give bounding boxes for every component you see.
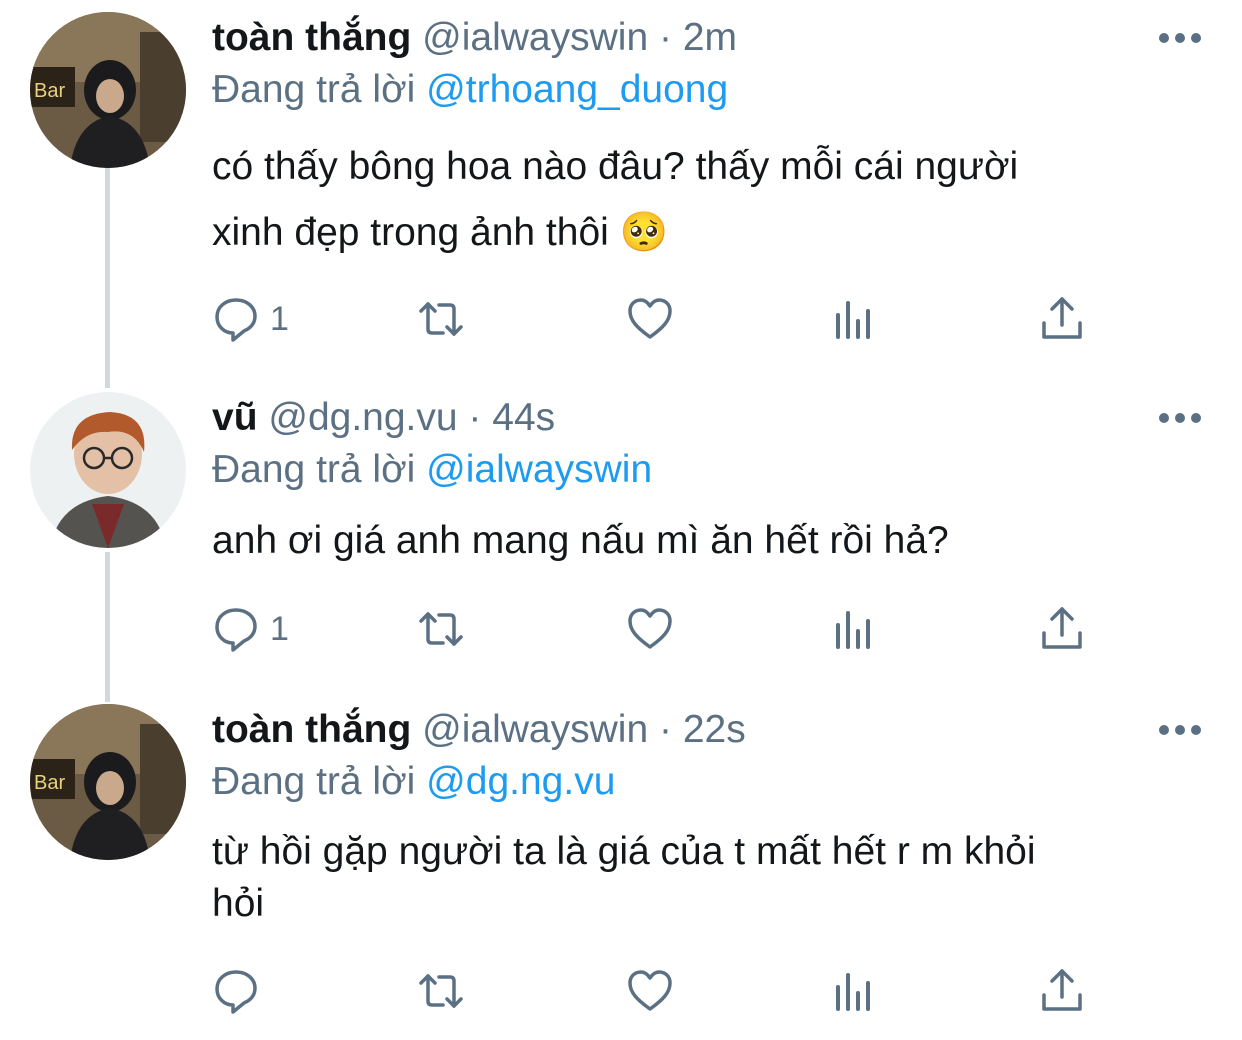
tweet-text: từ hồi gặp người ta là giá của t mất hết… xyxy=(212,826,1192,930)
mention-link[interactable]: @dg.ng.vu xyxy=(426,760,615,803)
user-handle[interactable]: @ialwayswin xyxy=(422,16,648,59)
like-button[interactable] xyxy=(626,294,674,344)
tweet-text-line: có thấy bông hoa nào đâu? thấy mỗi cái n… xyxy=(212,145,1019,188)
avatar-hooded-icon: Bar xyxy=(30,12,186,168)
retweet-button[interactable] xyxy=(417,294,465,344)
replying-to: Đang trả lời @dg.ng.vu xyxy=(212,758,615,806)
like-button[interactable] xyxy=(626,966,674,1016)
tweet-actions xyxy=(212,966,1112,1016)
tweet-text-line: xinh đẹp trong ảnh thôi 🥺 xyxy=(212,211,669,254)
avatar-glasses-icon xyxy=(30,392,186,548)
reply-icon xyxy=(215,298,257,342)
tweet-header: vũ @dg.ng.vu · 44s xyxy=(212,394,555,442)
mention-link[interactable]: @ialwayswin xyxy=(426,448,652,491)
analytics-icon xyxy=(836,611,870,649)
retweet-button[interactable] xyxy=(417,966,465,1016)
separator: · xyxy=(658,16,672,59)
analytics-button[interactable] xyxy=(832,604,880,654)
tweet-text-line: anh ơi giá anh mang nấu mì ăn hết rồi hả… xyxy=(212,519,949,562)
avatar-hooded-icon: Bar xyxy=(30,704,186,860)
tweet-actions: 1 xyxy=(212,294,1112,344)
more-icon[interactable] xyxy=(1158,724,1202,736)
more-icon[interactable] xyxy=(1158,32,1202,44)
reply-count: 1 xyxy=(270,609,289,648)
tweet[interactable]: Bar toàn thắng @ialwayswin · 22s Đang tr… xyxy=(0,692,1242,1040)
user-handle[interactable]: @dg.ng.vu xyxy=(268,396,457,439)
tweet-actions: 1 xyxy=(212,604,1112,654)
tweet-header: toàn thắng @ialwayswin · 22s xyxy=(212,706,746,754)
separator: · xyxy=(658,708,672,751)
display-name[interactable]: vũ xyxy=(212,396,258,439)
analytics-icon xyxy=(836,301,870,339)
mention-link[interactable]: @trhoang_duong xyxy=(426,68,728,111)
share-button[interactable] xyxy=(1038,966,1086,1016)
tweet-text-line: hỏi xyxy=(212,882,265,925)
avatar[interactable]: Bar xyxy=(30,704,186,860)
user-handle[interactable]: @ialwayswin xyxy=(422,708,648,751)
heart-icon xyxy=(628,970,672,1011)
share-icon xyxy=(1042,297,1082,339)
tweet[interactable]: Bar toàn thắng @ialwayswin · 2m Đang trả… xyxy=(0,0,1242,380)
reply-count: 1 xyxy=(270,299,289,338)
avatar[interactable]: Bar xyxy=(30,12,186,168)
tweet-text: có thấy bông hoa nào đâu? thấy mỗi cái n… xyxy=(212,134,1192,266)
analytics-icon xyxy=(836,973,870,1011)
display-name[interactable]: toàn thắng xyxy=(212,708,411,751)
share-icon xyxy=(1042,969,1082,1011)
share-button[interactable] xyxy=(1038,294,1086,344)
avatar[interactable] xyxy=(30,392,186,548)
tweet-header: toàn thắng @ialwayswin · 2m xyxy=(212,14,737,62)
analytics-button[interactable] xyxy=(832,294,880,344)
retweet-icon xyxy=(419,612,463,646)
replying-to: Đang trả lời @ialwayswin xyxy=(212,446,652,494)
timestamp[interactable]: 2m xyxy=(683,16,737,59)
more-icon[interactable] xyxy=(1158,412,1202,424)
display-name[interactable]: toàn thắng xyxy=(212,16,411,59)
tweet-text-line: từ hồi gặp người ta là giá của t mất hết… xyxy=(212,830,1036,873)
reply-button[interactable]: 1 xyxy=(212,294,289,344)
reply-icon xyxy=(215,970,257,1014)
retweet-icon xyxy=(419,302,463,336)
heart-icon xyxy=(628,298,672,339)
separator: · xyxy=(468,396,482,439)
replying-to-label: Đang trả lời xyxy=(212,68,416,111)
analytics-button[interactable] xyxy=(832,966,880,1016)
timestamp[interactable]: 44s xyxy=(492,396,555,439)
reply-button[interactable]: 1 xyxy=(212,604,289,654)
tweet[interactable]: vũ @dg.ng.vu · 44s Đang trả lời @ialways… xyxy=(0,380,1242,690)
svg-text:Bar: Bar xyxy=(34,80,65,102)
reply-icon xyxy=(215,608,257,652)
heart-icon xyxy=(628,608,672,649)
replying-to-label: Đang trả lời xyxy=(212,448,416,491)
share-icon xyxy=(1042,607,1082,649)
share-button[interactable] xyxy=(1038,604,1086,654)
replying-to-label: Đang trả lời xyxy=(212,760,416,803)
retweet-icon xyxy=(419,974,463,1008)
reply-button[interactable] xyxy=(212,966,270,1016)
tweet-text: anh ơi giá anh mang nấu mì ăn hết rồi hả… xyxy=(212,514,1192,568)
timestamp[interactable]: 22s xyxy=(683,708,746,751)
svg-text:Bar: Bar xyxy=(34,772,65,794)
replying-to: Đang trả lời @trhoang_duong xyxy=(212,66,728,114)
retweet-button[interactable] xyxy=(417,604,465,654)
like-button[interactable] xyxy=(626,604,674,654)
